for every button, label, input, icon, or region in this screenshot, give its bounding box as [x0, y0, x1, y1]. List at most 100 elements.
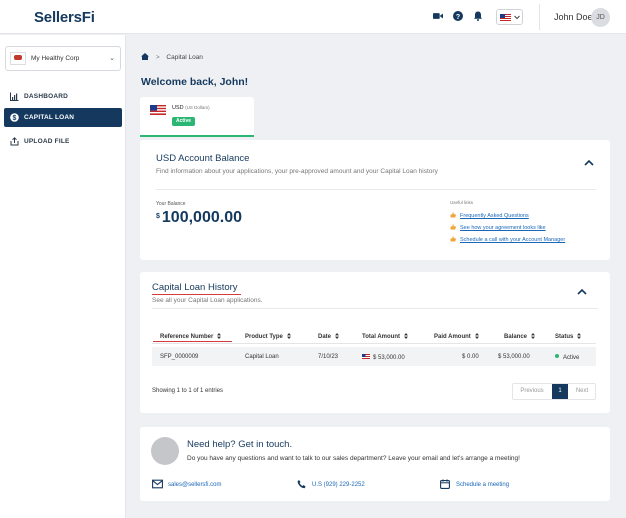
balance-value: 100,000.00 [161, 209, 242, 226]
useful-links-label: Useful links [450, 200, 474, 205]
sort-icon [286, 333, 291, 339]
dollar-icon: $ [10, 113, 19, 122]
help-title: Need help? Get in touch. [187, 439, 293, 450]
mail-icon [152, 479, 163, 489]
phone-link[interactable]: U.S (929) 229-2252 [296, 479, 365, 489]
divider [156, 189, 596, 190]
history-card-title: Capital Loan History [152, 282, 238, 293]
help-subtitle: Do you have any questions and want to ta… [187, 455, 520, 462]
sort-icon [404, 333, 408, 339]
faq-link[interactable]: Frequently Asked Questions [450, 212, 529, 219]
sellersfi-logo[interactable]: SellersFi [34, 9, 95, 26]
calendar-icon [440, 479, 450, 489]
company-name: My Healthy Corp [31, 55, 80, 62]
sidebar-item-label: UPLOAD FILE [24, 138, 70, 145]
pagination-previous[interactable]: Previous [513, 384, 551, 399]
us-flag-icon [150, 105, 166, 115]
breadcrumb-current: Capital Loan [166, 54, 203, 61]
currency-label: USD (US Dollars) [172, 105, 210, 111]
chevron-down-icon: ⌄ [109, 55, 115, 62]
pagination-next[interactable]: Next [569, 384, 595, 399]
column-header-total-amount[interactable]: Total Amount [362, 333, 408, 340]
us-flag-icon [362, 354, 370, 359]
currency-code: USD [172, 105, 184, 111]
sort-icon [474, 333, 479, 339]
entries-count: Showing 1 to 1 of 1 entries [152, 388, 224, 394]
chart-icon [10, 92, 19, 101]
pagination-page-1[interactable]: 1 [552, 384, 568, 399]
account-manager-avatar [151, 437, 179, 465]
phone-icon [297, 480, 306, 489]
chevron-up-icon[interactable] [583, 159, 595, 167]
cell-paid-amount: $ 0.00 [462, 354, 479, 360]
svg-text:?: ? [456, 14, 460, 21]
capital-loan-history-card: Capital Loan History See all your Capita… [140, 272, 610, 413]
language-select[interactable] [496, 9, 523, 25]
sidebar: My Healthy Corp ⌄ DASHBOARD $ CAPITAL LO… [0, 35, 126, 518]
table-header-border [152, 343, 596, 344]
breadcrumb: > Capital Loan [141, 53, 203, 61]
company-selector[interactable]: My Healthy Corp ⌄ [5, 46, 121, 71]
active-sort-underline [153, 341, 232, 342]
account-balance-card: USD Account Balance Find information abo… [140, 140, 610, 260]
currency-symbol: $ [156, 213, 160, 220]
thumbs-up-icon [450, 236, 456, 242]
cell-total-amount: $ 53,000.00 [362, 354, 405, 361]
bell-icon[interactable] [473, 11, 483, 21]
chevron-up-icon[interactable] [576, 288, 588, 296]
balance-card-subtitle: Find information about your applications… [156, 168, 438, 175]
currency-name: (US Dollars) [185, 105, 210, 110]
user-name[interactable]: John Doe [554, 12, 593, 22]
thumbs-up-icon [450, 224, 456, 230]
divider [152, 308, 598, 309]
cell-date: 7/10/23 [318, 354, 339, 360]
sidebar-item-upload-file[interactable]: UPLOAD FILE [4, 132, 122, 151]
balance-amount: $100,000.00 [156, 209, 242, 227]
chevron-down-icon [514, 15, 520, 20]
status-badge: Active [172, 117, 196, 126]
sort-icon [531, 333, 536, 339]
balance-label: Your Balance [156, 201, 186, 207]
column-header-balance[interactable]: Balance [504, 333, 536, 340]
page-title: Welcome back, John! [141, 76, 249, 88]
history-card-subtitle: See all your Capital Loan applications. [152, 297, 263, 304]
pagination: Previous 1 Next [512, 383, 596, 400]
column-header-date[interactable]: Date [318, 333, 340, 340]
sidebar-item-dashboard[interactable]: DASHBOARD [4, 87, 122, 106]
company-logo [10, 52, 26, 65]
title-underline [152, 294, 241, 295]
sidebar-item-label: CAPITAL LOAN [24, 114, 75, 121]
header-divider [539, 4, 540, 30]
agreement-link[interactable]: See how your agreement looks like [450, 224, 546, 231]
currency-tab-usd[interactable]: USD (US Dollars) Active [140, 97, 254, 137]
sidebar-item-label: DASHBOARD [24, 93, 69, 100]
upload-icon [10, 137, 19, 146]
thumbs-up-icon [450, 212, 456, 218]
column-header-paid-amount[interactable]: Paid Amount [434, 333, 479, 340]
us-flag-icon [500, 14, 511, 21]
sidebar-item-capital-loan[interactable]: $ CAPITAL LOAN [4, 108, 122, 127]
help-card: Need help? Get in touch. Do you have any… [140, 427, 610, 501]
cell-balance: $ 53,000.00 [498, 354, 530, 360]
cell-reference: SFP_0000009 [160, 354, 199, 360]
top-bar: SellersFi ? John Doe JD [0, 0, 626, 34]
sort-icon [577, 333, 582, 339]
svg-text:$: $ [13, 115, 17, 122]
cell-status: Active [555, 354, 579, 361]
schedule-meeting-link[interactable]: Schedule a meeting [440, 479, 509, 489]
video-icon[interactable] [433, 11, 443, 21]
balance-card-title: USD Account Balance [156, 153, 250, 164]
column-header-status[interactable]: Status [555, 333, 582, 340]
column-header-product-type[interactable]: Product Type [245, 333, 291, 340]
breadcrumb-separator: > [155, 54, 160, 61]
column-header-reference[interactable]: Reference Number [160, 333, 222, 340]
help-icon[interactable]: ? [453, 11, 463, 21]
avatar[interactable]: JD [591, 8, 610, 27]
cell-product-type: Capital Loan [245, 354, 279, 360]
schedule-call-link[interactable]: Schedule a call with your Account Manage… [450, 236, 565, 243]
status-dot [555, 354, 559, 358]
email-link[interactable]: sales@sellersfi.com [152, 479, 221, 489]
sort-icon [217, 333, 222, 339]
sort-icon [335, 333, 340, 339]
home-icon[interactable] [141, 53, 149, 60]
